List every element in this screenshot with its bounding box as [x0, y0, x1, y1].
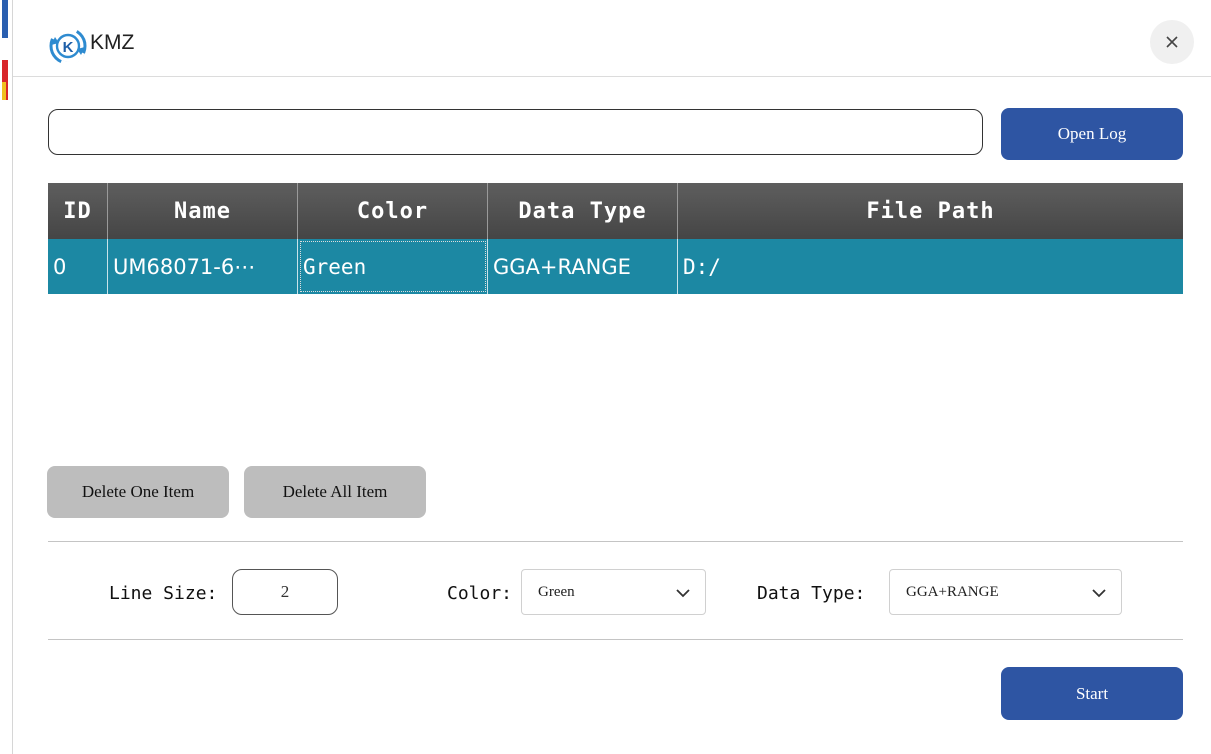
delete-one-item-button[interactable]: Delete One Item [47, 466, 229, 518]
cell-data-type[interactable]: GGA+RANGE [488, 239, 678, 294]
start-button[interactable]: Start [1001, 667, 1183, 720]
kmz-logo-icon: K [49, 26, 87, 66]
background-window-strip [0, 0, 13, 754]
color-label: Color: [447, 583, 513, 604]
log-table: ID Name Color Data Type File Path 0 UM68… [48, 183, 1183, 294]
close-button[interactable] [1150, 20, 1194, 64]
background-window-edge [2, 82, 6, 100]
column-header-id[interactable]: ID [48, 183, 108, 239]
delete-all-item-button[interactable]: Delete All Item [244, 466, 426, 518]
table-header: ID Name Color Data Type File Path [48, 183, 1183, 239]
divider [48, 541, 1183, 542]
title-bar: K KMZ [13, 0, 1211, 77]
color-select-value: Green [538, 583, 575, 600]
cell-id[interactable]: 0 [48, 239, 108, 294]
cell-file-path[interactable]: D:/ [678, 239, 1183, 294]
column-header-name[interactable]: Name [108, 183, 298, 239]
divider [48, 639, 1183, 640]
data-type-select[interactable]: GGA+RANGE [889, 569, 1122, 615]
log-path-input[interactable] [48, 109, 983, 155]
window-title: KMZ [90, 31, 135, 54]
table-row[interactable]: 0 UM68071-6⋯ Green GGA+RANGE D:/ [48, 239, 1183, 294]
close-icon [1166, 36, 1178, 48]
data-type-label: Data Type: [757, 583, 866, 604]
column-header-color[interactable]: Color [298, 183, 488, 239]
chevron-down-icon [1092, 589, 1106, 598]
open-log-button[interactable]: Open Log [1001, 108, 1183, 160]
chevron-down-icon [676, 589, 690, 598]
column-header-file-path[interactable]: File Path [678, 183, 1183, 239]
column-header-data-type[interactable]: Data Type [488, 183, 678, 239]
cell-name[interactable]: UM68071-6⋯ [108, 239, 298, 294]
data-type-select-value: GGA+RANGE [906, 583, 999, 600]
background-window-edge [2, 0, 8, 38]
line-size-label: Line Size: [109, 583, 218, 604]
kmz-dialog: K KMZ Open Log ID Name Color Data Type F… [13, 0, 1211, 754]
line-size-input[interactable] [232, 569, 338, 615]
logo-letter: K [63, 39, 74, 56]
color-select[interactable]: Green [521, 569, 706, 615]
cell-color[interactable]: Green [298, 239, 488, 294]
